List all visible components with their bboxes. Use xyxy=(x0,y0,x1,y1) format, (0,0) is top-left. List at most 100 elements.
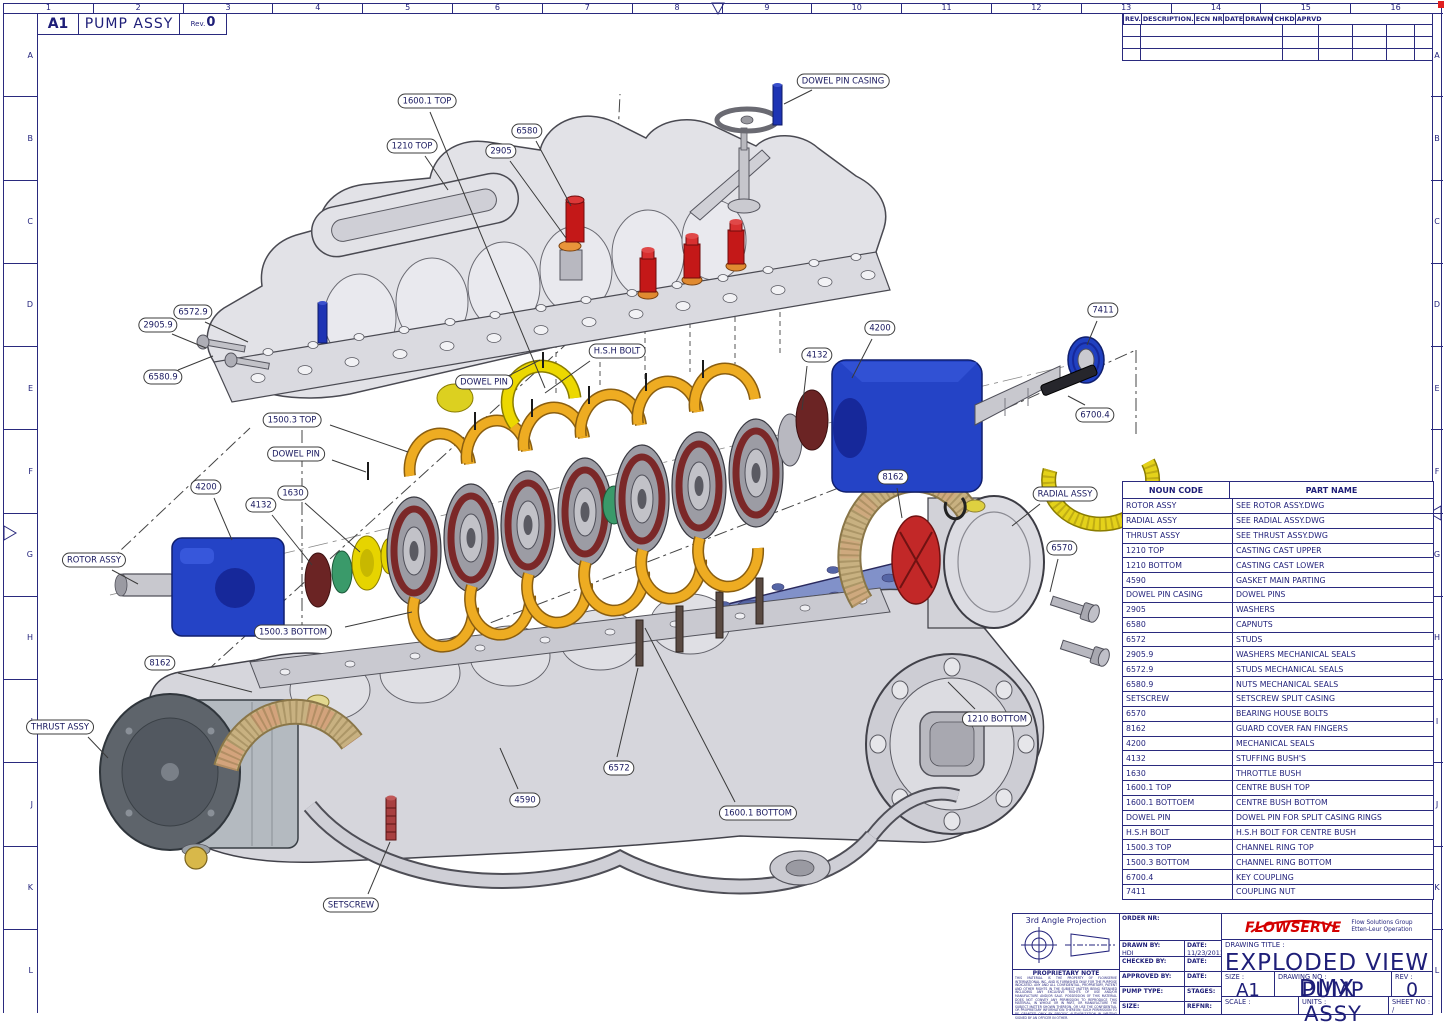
grid-column-label: 3 xyxy=(183,3,273,13)
part-name: KEY COUPLING xyxy=(1233,870,1433,884)
parts-col-header-name: PART NAME xyxy=(1230,482,1433,498)
callout-label: 6570 xyxy=(1046,541,1077,556)
size2-label: SIZE: xyxy=(1122,1003,1139,1010)
drawing-title-label: DRAWING TITLE : xyxy=(1225,941,1285,949)
rev-value: 0 xyxy=(1392,979,1432,1001)
part-name: CHANNEL RING BOTTOM xyxy=(1233,855,1433,869)
parts-table-row: 1500.3 TOP CHANNEL RING TOP xyxy=(1123,840,1433,855)
grid-row-label: L xyxy=(3,929,37,1012)
part-code: 1210 BOTTOM xyxy=(1123,558,1233,572)
third-angle-projection-icon xyxy=(1013,925,1117,965)
stages-label: STAGES: xyxy=(1187,988,1215,995)
grid-column-label: 15 xyxy=(1260,3,1350,13)
drawn-by-label: DRAWN BY: xyxy=(1122,942,1184,949)
brand-block: FLOWSERVE Flow Solutions Group Etten-Leu… xyxy=(1222,914,1432,940)
part-name: MECHANICAL SEALS xyxy=(1233,737,1433,751)
callout-label: RADIAL ASSY xyxy=(1033,487,1098,502)
callout-label: 4590 xyxy=(509,793,540,808)
part-code: 2905.9 xyxy=(1123,647,1233,661)
callout-label: ROTOR ASSY xyxy=(62,553,126,568)
revision-column-header: DRAWN xyxy=(1243,14,1272,24)
refnr-label: REFNR: xyxy=(1187,1003,1212,1010)
date-label: DATE: xyxy=(1187,942,1221,949)
part-code: 6570 xyxy=(1123,707,1233,721)
parts-table-row: 1210 BOTTOM CASTING CAST LOWER xyxy=(1123,558,1433,573)
parts-table-row: 1210 TOP CASTING CAST UPPER xyxy=(1123,544,1433,559)
grid-row-label: D xyxy=(3,263,37,346)
callout-label: 1500.3 BOTTOM xyxy=(254,625,332,640)
grid-row-label: D xyxy=(1431,263,1443,346)
callout-label: 6580 xyxy=(511,124,542,139)
grid-column-label: 9 xyxy=(722,3,812,13)
brand-line2: Etten-Leur Operation xyxy=(1351,927,1412,934)
part-code: 6572 xyxy=(1123,633,1233,647)
callout-label: 1210 TOP xyxy=(387,139,438,154)
parts-table-row: 4590 GASKET MAIN PARTING xyxy=(1123,573,1433,588)
part-name: CASTING CAST LOWER xyxy=(1233,558,1433,572)
callout-label: 1500.3 TOP xyxy=(263,413,322,428)
callout-label: 2905.9 xyxy=(138,318,177,333)
part-code: 6580.9 xyxy=(1123,677,1233,691)
grid-row-label: K xyxy=(3,846,37,929)
grid-row-label: C xyxy=(1431,180,1443,263)
part-name: NUTS MECHANICAL SEALS xyxy=(1233,677,1433,691)
parts-table-row: 1630 THROTTLE BUSH xyxy=(1123,766,1433,781)
callout-label: DOWEL PIN xyxy=(455,375,513,390)
callout-label: 8162 xyxy=(144,656,175,671)
grid-column-label: 7 xyxy=(542,3,632,13)
callout-label: 8162 xyxy=(877,470,908,485)
part-code: 1500.3 BOTTOM xyxy=(1123,855,1233,869)
pump-shaft xyxy=(975,366,1060,425)
part-name: WASHERS xyxy=(1233,603,1433,617)
part-name: STUDS xyxy=(1233,633,1433,647)
brand-line1: Flow Solutions Group xyxy=(1351,920,1412,927)
part-code: 1600.1 TOP xyxy=(1123,781,1233,795)
callout-label: 6572.9 xyxy=(173,305,212,320)
date-label: DATE: xyxy=(1187,958,1207,965)
callout-label: 4200 xyxy=(864,321,895,336)
part-name: COUPLING NUT xyxy=(1233,885,1433,899)
part-code: 4590 xyxy=(1123,573,1233,587)
revision-table: REV.DESCRIPTION.ECN NRDATEDRAWNCHKDAPRVD xyxy=(1122,13,1433,61)
stuffing-bush-right xyxy=(796,390,828,450)
size-value: A1 xyxy=(1222,980,1274,1001)
grid-column-label: 16 xyxy=(1350,3,1440,13)
grid-column-label: 1 xyxy=(3,3,93,13)
callout-label: 4132 xyxy=(245,498,276,513)
sheet-title: PUMP ASSY xyxy=(79,14,179,34)
callout-label: 2905 xyxy=(485,144,516,159)
parts-table: NOUN CODE PART NAME ROTOR ASSY SEE ROTOR… xyxy=(1122,481,1434,900)
rev-label: Rev. xyxy=(191,15,206,33)
part-name: CASTING CAST UPPER xyxy=(1233,544,1433,558)
setscrew xyxy=(386,796,396,841)
corner-marker xyxy=(1438,1,1444,8)
parts-table-row: SETSCREW SETSCREW SPLIT CASING xyxy=(1123,692,1433,707)
parts-table-row: 1600.1 BOTTOEM CENTRE BUSH BOTTOM xyxy=(1123,796,1433,811)
part-code: 8162 xyxy=(1123,722,1233,736)
date-label: DATE: xyxy=(1187,973,1207,980)
part-code: 4200 xyxy=(1123,737,1233,751)
part-code: DOWEL PIN CASING xyxy=(1123,588,1233,602)
grid-row-label: E xyxy=(1431,346,1443,429)
callout-label: DOWEL PIN xyxy=(267,447,325,462)
grid-ruler-left: ABCDEFGHIJKL xyxy=(3,13,37,1012)
part-name: THROTTLE BUSH xyxy=(1233,766,1433,780)
parts-table-row: 1600.1 TOP CENTRE BUSH TOP xyxy=(1123,781,1433,796)
part-code: H.S.H BOLT xyxy=(1123,826,1233,840)
part-code: 7411 xyxy=(1123,885,1233,899)
sheet-size: A1 xyxy=(38,14,79,34)
part-name: SEE RADIAL ASSY.DWG xyxy=(1233,514,1433,528)
part-code: RADIAL ASSY xyxy=(1123,514,1233,528)
part-name: WASHERS MECHANICAL SEALS xyxy=(1233,647,1433,661)
callout-label: 6572 xyxy=(603,761,634,776)
revision-row-empty xyxy=(1123,48,1432,60)
grid-column-label: 11 xyxy=(901,3,991,13)
oil-plug xyxy=(965,500,985,512)
parts-table-row: 6580 CAPNUTS xyxy=(1123,618,1433,633)
part-name: GASKET MAIN PARTING xyxy=(1233,573,1433,587)
approved-by-label: APPROVED BY: xyxy=(1122,973,1171,980)
part-code: THRUST ASSY xyxy=(1123,529,1233,543)
projection-title: 3rd Angle Projection xyxy=(1013,916,1119,925)
pump-type-label: PUMP TYPE: xyxy=(1122,988,1163,995)
title-block: 3rd Angle Projection PROPRIETARY NOTE TH… xyxy=(1012,913,1433,1015)
